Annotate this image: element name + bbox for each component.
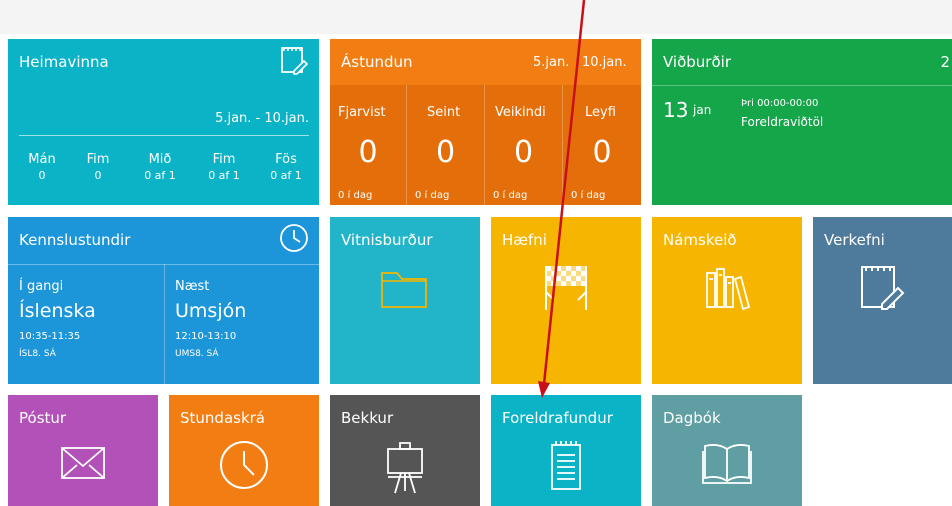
col-sub: 0 í dag [493, 190, 528, 201]
tile-vitnisburdur[interactable]: Vitnisburður [330, 217, 480, 384]
event-day: 13 [663, 98, 689, 122]
clock-icon [278, 222, 310, 254]
postur-title: Póstur [19, 409, 67, 427]
tile-kennslustundir[interactable]: Kennslustundir Í gangi Íslenska 10:35-11… [8, 217, 319, 384]
folder-icon [378, 267, 432, 311]
tile-heimavinna[interactable]: Heimavinna 5.jan. - 10.jan. Mán 0 Fim 0 … [8, 39, 319, 205]
notepad-icon [546, 439, 586, 493]
vidburdir-count: 2 [940, 53, 950, 71]
event-item[interactable]: 13 jan Þri 00:00-00:00 Foreldraviðtöl [663, 94, 943, 134]
lesson-label: Næst [175, 279, 210, 294]
heimavinna-title: Heimavinna [19, 53, 109, 71]
stundaskra-title: Stundaskrá [180, 409, 265, 427]
tile-namskeid[interactable]: Námskeið [652, 217, 802, 384]
heimavinna-divider [19, 135, 309, 136]
lesson-code: UMS8. SÁ [175, 349, 219, 359]
heimavinna-day-mon: Mán 0 [22, 152, 62, 182]
col-value: 0 [358, 135, 378, 170]
col-value: 0 [435, 135, 456, 170]
heimavinna-day-thu: Fim 0 [78, 152, 118, 182]
open-book-icon [701, 441, 753, 487]
bekkur-title: Bekkur [341, 409, 394, 427]
vidburdir-divider [652, 85, 952, 86]
col-value: 0 [513, 135, 534, 170]
current-lesson[interactable]: Í gangi Íslenska 10:35-11:35 ÍSL8. SÁ [19, 279, 159, 359]
heimavinna-day-thu2: Fim 0 af 1 [202, 152, 246, 182]
notepad-pencil-icon [858, 262, 908, 314]
tile-verkefni[interactable]: Verkefni [813, 217, 952, 384]
lesson-subject: Íslenska [19, 300, 96, 322]
day-value: 0 af 1 [270, 169, 302, 182]
day-value: 0 af 1 [208, 169, 240, 182]
clock-icon [218, 439, 270, 491]
finish-line-icon [541, 262, 591, 314]
astundun-start: 5.jan. [533, 55, 570, 70]
day-value: 0 [38, 169, 46, 182]
heimavinna-day-fri: Fös 0 af 1 [262, 152, 310, 182]
event-time: Þri 00:00-00:00 [741, 98, 819, 109]
lesson-time: 10:35-11:35 [19, 331, 81, 342]
tile-stundaskra[interactable]: Stundaskrá [169, 395, 319, 506]
day-value: 0 af 1 [144, 169, 176, 182]
lesson-subject: Umsjón [175, 300, 247, 322]
kennslustundir-col-divider [164, 264, 165, 384]
col-label: Fjarvist [338, 105, 386, 120]
next-lesson[interactable]: Næst Umsjón 12:10-13:10 UMS8. SÁ [175, 279, 315, 359]
tile-astundun[interactable]: Ástundun 5.jan. 10.jan. Fjarvist 0 0 í d… [330, 39, 641, 205]
tile-postur[interactable]: Póstur [8, 395, 158, 506]
day-label: Fim [212, 152, 236, 167]
event-month: jan [693, 103, 712, 117]
tile-bekkur[interactable]: Bekkur [330, 395, 480, 506]
dagbok-title: Dagbók [663, 409, 721, 427]
col-sub: 0 í dag [338, 190, 373, 201]
astundun-title: Ástundun [341, 53, 413, 71]
vidburdir-title: Viðburðir [663, 53, 731, 71]
astundun-col-seint[interactable]: Seint 0 0 í dag [407, 85, 485, 205]
tile-haefni[interactable]: Hæfni [491, 217, 641, 384]
day-value: 0 [94, 169, 102, 182]
astundun-col-veikindi[interactable]: Veikindi 0 0 í dag [485, 85, 563, 205]
verkefni-title: Verkefni [824, 231, 885, 249]
day-label: Fös [275, 152, 297, 167]
col-value: 0 [592, 135, 612, 170]
books-icon [704, 265, 750, 311]
col-label: Leyfi [585, 105, 616, 120]
col-label: Seint [427, 105, 461, 120]
haefni-title: Hæfni [502, 231, 547, 249]
day-label: Mið [148, 152, 172, 167]
astundun-col-fjarvist[interactable]: Fjarvist 0 0 í dag [330, 85, 407, 205]
astundun-end: 10.jan. [582, 55, 627, 70]
tile-vidburdir[interactable]: Viðburðir 2 13 jan Þri 00:00-00:00 Forel… [652, 39, 952, 205]
lesson-code: ÍSL8. SÁ [19, 349, 56, 359]
lesson-time: 12:10-13:10 [175, 331, 237, 342]
namskeid-title: Námskeið [663, 231, 737, 249]
astundun-col-leyfi[interactable]: Leyfi 0 0 í dag [563, 85, 641, 205]
event-name: Foreldraviðtöl [741, 115, 824, 129]
foreldrafundur-title: Foreldrafundur [502, 409, 613, 427]
tile-foreldrafundur[interactable]: Foreldrafundur [491, 395, 641, 506]
easel-icon [383, 439, 427, 495]
day-label: Mán [28, 152, 56, 167]
vitnisburdur-title: Vitnisburður [341, 231, 433, 249]
lesson-label: Í gangi [19, 279, 64, 294]
heimavinna-range: 5.jan. - 10.jan. [215, 111, 309, 126]
tile-dagbok[interactable]: Dagbók [652, 395, 802, 506]
notepad-pencil-icon [280, 45, 310, 77]
top-bar [0, 0, 952, 34]
col-sub: 0 í dag [415, 190, 450, 201]
day-label: Fim [86, 152, 110, 167]
col-sub: 0 í dag [571, 190, 606, 201]
col-label: Veikindi [495, 105, 546, 120]
heimavinna-day-wed: Mið 0 af 1 [138, 152, 182, 182]
envelope-icon [59, 445, 107, 481]
kennslustundir-title: Kennslustundir [19, 231, 131, 249]
